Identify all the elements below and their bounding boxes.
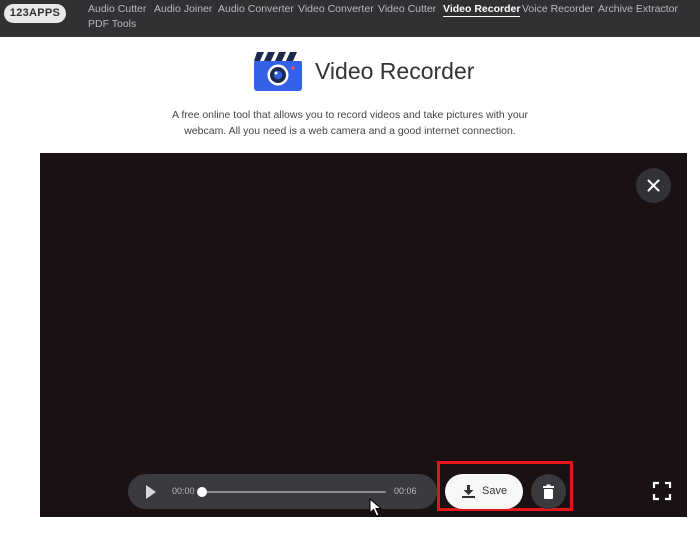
nav-link-voice-recorder[interactable]: Voice Recorder	[522, 3, 594, 15]
delete-button[interactable]	[531, 474, 566, 509]
video-recorder-app-icon	[254, 52, 302, 91]
nav-link-audio-converter[interactable]: Audio Converter	[218, 3, 294, 15]
nav-link-audio-joiner[interactable]: Audio Joiner	[154, 3, 212, 15]
nav-link-video-converter[interactable]: Video Converter	[298, 3, 374, 15]
save-button[interactable]: Save	[445, 474, 523, 509]
page-description: A free online tool that allows you to re…	[171, 109, 529, 137]
trash-icon	[543, 484, 554, 499]
nav-link-video-cutter[interactable]: Video Cutter	[378, 3, 436, 15]
nav-link-archive-extractor[interactable]: Archive Extractor	[598, 3, 678, 15]
close-icon	[647, 179, 660, 192]
progress-slider[interactable]	[197, 487, 386, 497]
logo[interactable]: 123APPS	[4, 4, 66, 23]
playback-bar: 00:00 00:06	[128, 474, 437, 509]
mouse-cursor	[369, 498, 383, 517]
current-time: 00:00	[172, 486, 195, 496]
video-preview: 00:00 00:06 Save	[40, 153, 687, 517]
fullscreen-icon[interactable]	[651, 480, 673, 502]
progress-knob[interactable]	[197, 487, 207, 497]
top-navbar: 123APPS Audio Cutter Audio Joiner Audio …	[0, 0, 700, 37]
nav-link-pdf-tools[interactable]: PDF Tools	[88, 18, 136, 30]
nav-link-video-recorder[interactable]: Video Recorder	[443, 3, 521, 17]
close-button[interactable]	[636, 168, 671, 203]
save-button-label: Save	[482, 485, 508, 497]
nav-link-audio-cutter[interactable]: Audio Cutter	[88, 3, 146, 15]
page-title: Video Recorder	[315, 58, 475, 84]
total-time: 00:06	[394, 486, 417, 496]
download-icon	[462, 485, 475, 498]
play-icon[interactable]	[146, 485, 156, 499]
